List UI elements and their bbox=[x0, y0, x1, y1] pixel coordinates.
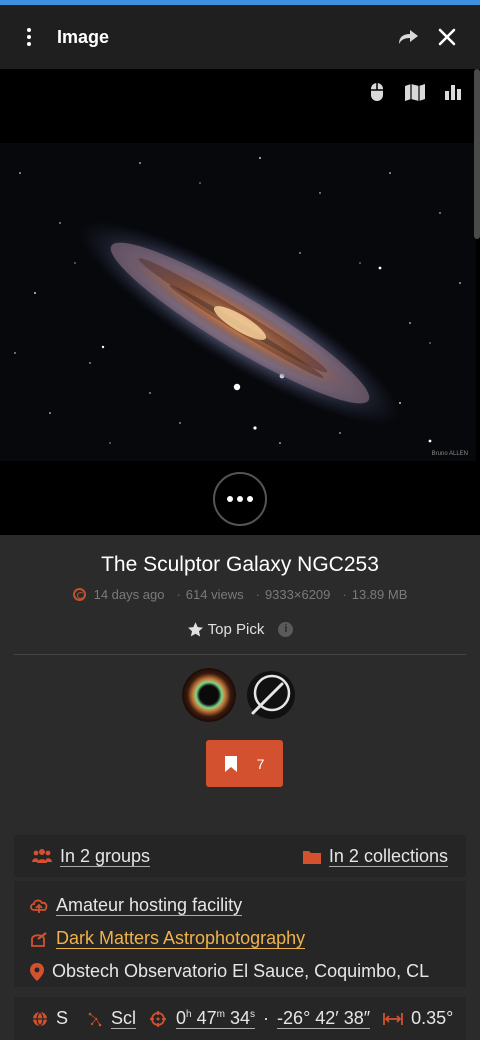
viewer-toolbar bbox=[366, 81, 464, 103]
mouse-icon[interactable] bbox=[366, 81, 388, 103]
facility-panel: Amateur hosting facility Dark Matters As… bbox=[14, 881, 466, 987]
avatar[interactable] bbox=[182, 668, 236, 722]
top-pick-label: Top Pick bbox=[207, 621, 265, 638]
facility-type-row: Amateur hosting facility bbox=[30, 889, 466, 922]
star-icon bbox=[187, 622, 203, 637]
close-icon[interactable] bbox=[436, 26, 458, 48]
collections-label: In 2 collections bbox=[328, 845, 448, 867]
hemisphere: S bbox=[56, 1008, 69, 1028]
bookmark-icon bbox=[224, 755, 237, 772]
image-info-panel: The Sculptor Galaxy NGC253 14 days ago ·… bbox=[0, 535, 480, 1040]
photo-credit: Bruno ALLEN bbox=[431, 451, 468, 457]
image-viewer: Bruno ALLEN bbox=[0, 69, 480, 535]
observatory-icon bbox=[31, 931, 47, 947]
groups-link[interactable]: In 2 groups bbox=[32, 845, 151, 867]
image-file-size: 13.89 MB bbox=[351, 587, 408, 602]
image-age: 14 days ago bbox=[93, 587, 165, 602]
facility-name[interactable]: Dark Matters Astrophotography bbox=[56, 928, 306, 949]
kebab-menu-icon[interactable] bbox=[21, 28, 37, 46]
folder-icon bbox=[302, 850, 321, 864]
info-icon[interactable]: i bbox=[278, 622, 294, 637]
image-meta: 14 days ago · 614 views · 9333×6209 · 13.89… bbox=[0, 587, 480, 602]
facility-name-row: Dark Matters Astrophotography bbox=[30, 922, 466, 955]
right-ascension[interactable]: 0h 47m 34s bbox=[176, 1008, 256, 1029]
location-pin-icon bbox=[30, 962, 44, 981]
image-resolution: 9333×6209 bbox=[264, 587, 331, 602]
facility-location: Obstech Observatorio El Sauce, Coquimbo,… bbox=[52, 961, 430, 981]
crosshair-icon bbox=[150, 1010, 167, 1027]
field-radius-icon bbox=[383, 1012, 403, 1025]
avatar[interactable] bbox=[246, 670, 296, 720]
header-title: Image bbox=[57, 26, 110, 47]
image-views: 614 views bbox=[185, 587, 244, 602]
users-icon bbox=[32, 849, 52, 863]
bookmark-button[interactable]: 7 bbox=[206, 740, 283, 787]
image-title: The Sculptor Galaxy NGC253 bbox=[101, 553, 379, 576]
constellation[interactable]: Scl bbox=[111, 1008, 137, 1029]
share-icon[interactable] bbox=[396, 25, 420, 49]
coord-separator: · bbox=[263, 1008, 270, 1028]
header-bar: Image bbox=[0, 5, 480, 69]
cloud-upload-icon bbox=[30, 899, 48, 913]
declination[interactable]: -26° 42′ 38″ bbox=[277, 1008, 371, 1029]
creative-commons-icon[interactable] bbox=[72, 588, 86, 601]
constellation-icon bbox=[88, 1012, 102, 1026]
map-icon[interactable] bbox=[404, 81, 426, 103]
globe-icon bbox=[33, 1011, 47, 1026]
viewer-scrollbar[interactable] bbox=[474, 69, 480, 239]
divider bbox=[14, 654, 466, 655]
chart-icon[interactable] bbox=[442, 81, 464, 103]
facility-type[interactable]: Amateur hosting facility bbox=[56, 895, 243, 916]
coordinates-row: S Scl 0h 47m 34s · -26° 42′ 38″ 0.35° bbox=[14, 997, 466, 1040]
more-options-button[interactable] bbox=[213, 472, 267, 526]
field-radius: 0.35° bbox=[411, 1008, 454, 1028]
bookmark-count: 7 bbox=[256, 755, 265, 772]
galaxy-photo[interactable]: Bruno ALLEN bbox=[0, 143, 476, 461]
collections-link[interactable]: In 2 collections bbox=[302, 845, 448, 867]
groups-label: In 2 groups bbox=[60, 845, 151, 867]
facility-location-row: Obstech Observatorio El Sauce, Coquimbo,… bbox=[30, 955, 466, 988]
groups-collections-row: In 2 groups In 2 collections bbox=[14, 835, 466, 877]
top-pick-badge: Top Pick i bbox=[0, 621, 480, 638]
